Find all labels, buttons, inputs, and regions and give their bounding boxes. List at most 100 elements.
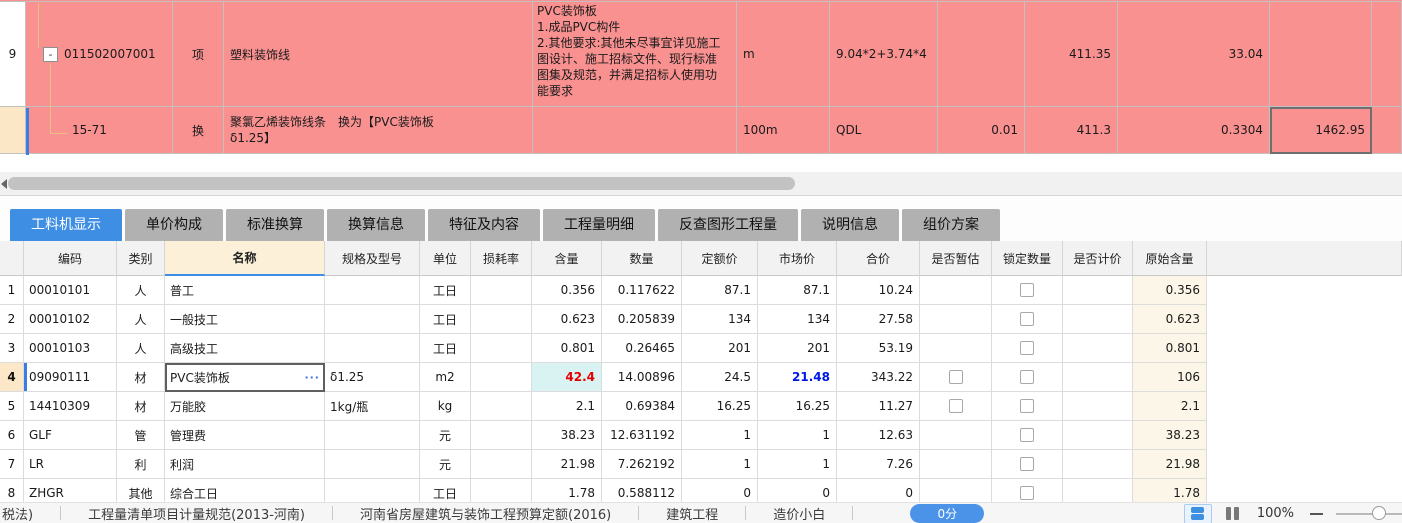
table-row[interactable]: 3 00010103 人高级技工 工日 0.801 0.26465 201 201 53.19 0… (0, 334, 1402, 363)
quantity-cell[interactable] (938, 2, 1025, 107)
market-price-cell[interactable]: 1 (758, 421, 837, 450)
code-cell[interactable]: 09090111 (24, 363, 117, 392)
checkbox[interactable] (1020, 457, 1034, 471)
total-cell[interactable]: 53.19 (837, 334, 920, 363)
priced-checkbox-cell[interactable] (1063, 276, 1133, 305)
base-price-cell[interactable]: 1 (682, 421, 758, 450)
unit-cell[interactable]: 工日 (420, 305, 471, 334)
code-cell[interactable]: 00010101 (24, 276, 117, 305)
original-content-cell[interactable]: 2.1 (1133, 392, 1207, 421)
spec-cell[interactable] (325, 334, 420, 363)
tab-单价构成[interactable]: 单价构成 (125, 209, 223, 241)
unit-cell[interactable]: 元 (420, 450, 471, 479)
tab-工程量明细[interactable]: 工程量明细 (543, 209, 655, 241)
score-button[interactable]: 0分 (910, 503, 985, 523)
priced-checkbox-cell[interactable] (1063, 305, 1133, 334)
name-cell[interactable]: 万能胶 (165, 392, 325, 421)
original-content-cell[interactable]: 21.98 (1133, 450, 1207, 479)
quantity-cell[interactable]: 0.01 (938, 107, 1025, 154)
table-row[interactable]: 6 GLF 管管理费元 38.23 12.631192 1 1 12.63 38.23 (0, 421, 1402, 450)
checkbox[interactable] (948, 370, 963, 384)
checkbox[interactable] (1020, 341, 1034, 355)
quantity-cell[interactable]: 0.69384 (602, 392, 682, 421)
total-cell[interactable]: 12.63 (837, 421, 920, 450)
market-price-cell[interactable]: 87.1 (758, 276, 837, 305)
quantity-cell[interactable]: 7.262192 (602, 450, 682, 479)
lock-qty-checkbox-cell[interactable] (992, 363, 1063, 392)
market-price-cell[interactable]: 21.48 (758, 363, 837, 392)
table-row[interactable]: 2 00010102 人一般技工 工日 0.623 0.205839 134 134 27.58… (0, 305, 1402, 334)
original-content-cell[interactable]: 0.801 (1133, 334, 1207, 363)
row-number-cell[interactable]: 1 (0, 276, 24, 305)
checkbox[interactable] (948, 399, 963, 413)
category-cell[interactable]: 利 (117, 450, 165, 479)
category-cell[interactable]: 材 (117, 363, 165, 392)
lock-qty-checkbox-cell[interactable] (992, 392, 1063, 421)
loss-rate-cell[interactable] (471, 450, 532, 479)
category-cell[interactable]: 人 (117, 305, 165, 334)
priced-checkbox-cell[interactable] (1063, 392, 1133, 421)
name-cell[interactable]: 聚氯乙烯装饰线条 换为【PVC装饰板 δ1.25】 (224, 107, 533, 154)
original-content-cell[interactable]: 0.356 (1133, 276, 1207, 305)
expression-cell[interactable]: QDL (830, 107, 938, 154)
more-options-button[interactable]: ··· (304, 371, 320, 384)
estimate-checkbox-cell[interactable] (920, 276, 992, 305)
code-cell[interactable]: 00010103 (24, 334, 117, 363)
content-cell[interactable]: 0.801 (532, 334, 602, 363)
feature-description-cell[interactable]: PVC装饰板 1.成品PVC构件 2.其他要求:其他未尽事宜详见施工图设计、施工… (533, 2, 737, 107)
boq-row-9[interactable]: 9 011502007001 项 塑料装饰线 PVC装饰板 1.成品PVC构件 … (0, 2, 1402, 107)
code-cell[interactable]: 15-71 (26, 107, 173, 154)
original-content-cell[interactable]: 38.23 (1133, 421, 1207, 450)
total-cell[interactable]: 33.04 (1118, 2, 1270, 107)
original-content-cell[interactable]: 0.623 (1133, 305, 1207, 334)
market-price-cell[interactable]: 134 (758, 305, 837, 334)
price-cell[interactable]: 411.35 (1025, 2, 1118, 107)
name-cell[interactable]: PVC装饰板 ··· (165, 363, 325, 392)
base-price-cell[interactable]: 201 (682, 334, 758, 363)
spec-cell[interactable]: 1kg/瓶 (325, 392, 420, 421)
content-cell[interactable]: 42.4 (532, 363, 602, 392)
market-price-cell[interactable]: 201 (758, 334, 837, 363)
lock-qty-checkbox-cell[interactable] (992, 276, 1063, 305)
category-cell[interactable]: 管 (117, 421, 165, 450)
lock-qty-checkbox-cell[interactable] (992, 421, 1063, 450)
estimate-checkbox-cell[interactable] (920, 450, 992, 479)
spec-cell[interactable] (325, 450, 420, 479)
estimate-checkbox-cell[interactable] (920, 363, 992, 392)
priced-checkbox-cell[interactable] (1063, 334, 1133, 363)
category-cell[interactable]: 材 (117, 392, 165, 421)
total-cell[interactable]: 343.22 (837, 363, 920, 392)
unit-cell[interactable]: 工日 (420, 276, 471, 305)
unit-cell[interactable]: m (737, 2, 830, 107)
tab-组价方案[interactable]: 组价方案 (902, 209, 1000, 241)
spec-cell[interactable] (325, 421, 420, 450)
zoom-out-icon[interactable] (1310, 512, 1323, 515)
table-row[interactable]: 1 00010101 人普工 工日 0.356 0.117622 87.1 87.1 10.24… (0, 276, 1402, 305)
category-cell[interactable]: 人 (117, 334, 165, 363)
priced-checkbox-cell[interactable] (1063, 450, 1133, 479)
checkbox[interactable] (1020, 370, 1034, 384)
category-cell[interactable]: 人 (117, 276, 165, 305)
priced-checkbox-cell[interactable] (1063, 363, 1133, 392)
row-number-cell[interactable]: 4 (0, 363, 24, 392)
code-cell[interactable]: GLF (24, 421, 117, 450)
lock-qty-checkbox-cell[interactable] (992, 450, 1063, 479)
base-price-cell[interactable]: 1 (682, 450, 758, 479)
row-number-cell[interactable]: 2 (0, 305, 24, 334)
zoom-slider[interactable] (1336, 505, 1402, 520)
lock-qty-checkbox-cell[interactable] (992, 334, 1063, 363)
tab-说明信息[interactable]: 说明信息 (801, 209, 899, 241)
estimate-checkbox-cell[interactable] (920, 421, 992, 450)
row-number-cell[interactable]: 5 (0, 392, 24, 421)
name-cell[interactable]: 塑料装饰线 (224, 2, 533, 107)
quantity-cell[interactable]: 0.205839 (602, 305, 682, 334)
quantity-cell[interactable]: 14.00896 (602, 363, 682, 392)
loss-rate-cell[interactable] (471, 421, 532, 450)
code-cell[interactable]: 00010102 (24, 305, 117, 334)
estimate-checkbox-cell[interactable] (920, 305, 992, 334)
loss-rate-cell[interactable] (471, 305, 532, 334)
tab-标准换算[interactable]: 标准换算 (226, 209, 324, 241)
name-cell[interactable]: 利润 (165, 450, 325, 479)
name-cell[interactable]: 普工 (165, 276, 325, 305)
spec-cell[interactable]: δ1.25 (325, 363, 420, 392)
